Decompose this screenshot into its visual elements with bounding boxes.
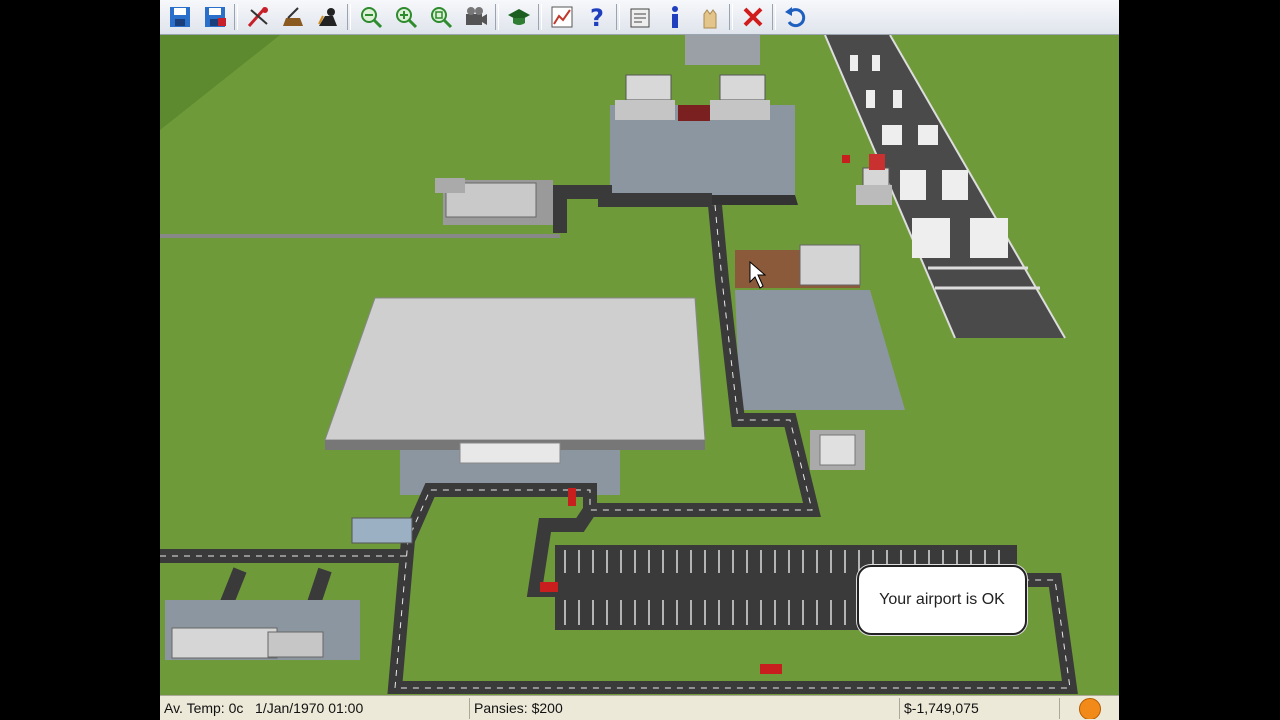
toolbar-separator (538, 4, 542, 30)
game-window: ? Your airport is OK Av. Temp: 0c 1/Jan/… (160, 0, 1119, 720)
svg-text:?: ? (590, 4, 604, 30)
notification-bubble: Your airport is OK (857, 565, 1027, 635)
report-icon (630, 8, 649, 28)
toolbar-separator (772, 4, 776, 30)
save-as-icon (204, 7, 226, 27)
mood-indicator[interactable] (1060, 698, 1119, 719)
bulldozer-button[interactable] (312, 2, 343, 32)
toolbar-separator (347, 4, 351, 30)
graduation-cap-icon (507, 9, 530, 25)
help-button[interactable]: ? (581, 2, 612, 32)
demolish-icon (247, 7, 268, 27)
education-button[interactable] (503, 2, 534, 32)
hand-button[interactable] (694, 2, 725, 32)
save-button[interactable] (164, 2, 195, 32)
graph-button[interactable] (546, 2, 577, 32)
demolish-button[interactable] (242, 2, 273, 32)
help-icon: ? (590, 4, 604, 30)
zoom-fit-icon (430, 7, 452, 29)
average-temperature: Av. Temp: 0c (164, 700, 244, 716)
status-temp-date: Av. Temp: 0c 1/Jan/1970 01:00 (160, 698, 470, 719)
info-icon (671, 6, 678, 28)
save-icon (169, 7, 190, 27)
notification-text: Your airport is OK (879, 591, 1005, 608)
zoom-out-button[interactable] (355, 2, 386, 32)
undo-icon (784, 7, 805, 28)
smiley-icon (1078, 698, 1101, 719)
toolbar-separator (616, 4, 620, 30)
toolbar-separator (729, 4, 733, 30)
undo-button[interactable] (780, 2, 811, 32)
graph-icon (551, 6, 572, 28)
zoom-in-button[interactable] (390, 2, 421, 32)
zoom-fit-button[interactable] (425, 2, 456, 32)
close-icon (743, 7, 762, 27)
zoom-in-icon (395, 7, 417, 29)
pansies-funds: Pansies: $200 (470, 698, 900, 719)
close-button[interactable] (737, 2, 768, 32)
hangar-west[interactable] (435, 178, 553, 225)
zoom-out-icon (360, 7, 382, 29)
info-button[interactable] (659, 2, 690, 32)
save-as-button[interactable] (199, 2, 230, 32)
toolbar-separator (495, 4, 499, 30)
status-bar: Av. Temp: 0c 1/Jan/1970 01:00 Pansies: $… (160, 695, 1119, 720)
money-balance: $-1,749,075 (900, 698, 1060, 719)
toolbar: ? (160, 0, 1119, 35)
build-button[interactable] (277, 2, 308, 32)
toolbar-separator (234, 4, 238, 30)
game-date: 1/Jan/1970 01:00 (255, 700, 364, 716)
build-icon (282, 7, 303, 26)
hand-icon (703, 9, 716, 29)
camera-icon (465, 7, 487, 25)
camera-button[interactable] (460, 2, 491, 32)
report-button[interactable] (624, 2, 655, 32)
bulldozer-icon (317, 8, 337, 26)
